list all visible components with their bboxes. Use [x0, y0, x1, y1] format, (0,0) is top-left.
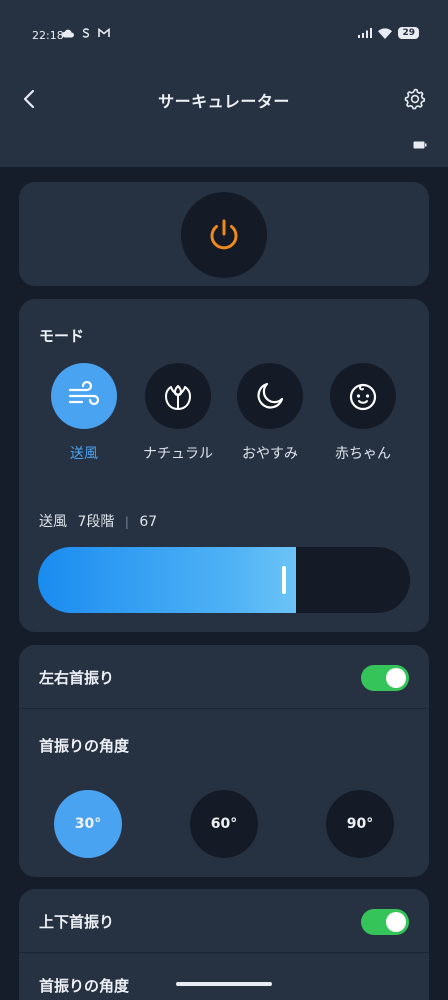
home-indicator[interactable]: [176, 982, 272, 986]
speed-slider-fill: [38, 547, 296, 613]
notification-icons: [62, 28, 110, 38]
vertical-swing-row: 上下首振り: [19, 889, 429, 953]
moon-icon: [257, 382, 284, 409]
vertical-angle-title: 首振りの角度: [39, 977, 130, 995]
horizontal-angle-title: 首振りの角度: [39, 737, 130, 755]
mode-item-wind[interactable]: 送風: [44, 363, 124, 463]
signal-icon: [358, 28, 373, 38]
toggle-knob: [386, 912, 406, 932]
mode-sleep-button[interactable]: [237, 363, 303, 429]
s-icon: [82, 28, 90, 38]
mode-wind-button[interactable]: [51, 363, 117, 429]
power-icon: [210, 219, 238, 250]
mode-label: 赤ちゃん: [335, 446, 391, 462]
mode-natural-button[interactable]: [145, 363, 211, 429]
speed-value: 67: [139, 514, 158, 530]
device-battery-icon: [413, 141, 427, 149]
angle-90-button[interactable]: 90°: [326, 790, 394, 858]
page-title: サーキュレーター: [158, 92, 290, 111]
speed-separator: |: [124, 515, 129, 529]
mode-label: 送風: [70, 446, 98, 462]
speed-label: 送風 7段階 | 67: [39, 511, 157, 531]
mode-item-natural[interactable]: ナチュラル: [138, 363, 218, 463]
mode-item-baby[interactable]: 赤ちゃん: [323, 363, 403, 463]
status-time: 22:18: [32, 29, 64, 42]
horizontal-swing-toggle[interactable]: [361, 665, 409, 691]
status-bar: 22:18 29: [0, 0, 448, 70]
wifi-icon: [378, 27, 393, 39]
horizontal-swing-row: 左右首振り: [19, 645, 429, 709]
mode-title: モード: [39, 327, 85, 345]
speed-slider-handle[interactable]: [282, 566, 286, 594]
mode-label: ナチュラル: [143, 446, 213, 462]
horizontal-swing-label: 左右首振り: [39, 669, 115, 687]
system-icons: 29: [358, 27, 419, 39]
vertical-swing-label: 上下首振り: [39, 913, 115, 931]
gear-icon: [404, 88, 426, 110]
battery-indicator: 29: [398, 27, 419, 39]
wind-icon: [68, 381, 100, 406]
mode-baby-button[interactable]: [330, 363, 396, 429]
mode-label: おやすみ: [242, 446, 298, 462]
cloud-icon: [62, 29, 74, 38]
mode-item-sleep[interactable]: おやすみ: [230, 363, 310, 463]
speed-slider[interactable]: [38, 547, 410, 613]
leaf-icon: [165, 385, 191, 410]
angle-30-button[interactable]: 30°: [54, 790, 122, 858]
vertical-swing-toggle[interactable]: [361, 909, 409, 935]
power-button[interactable]: [181, 192, 267, 278]
gmail-icon: [98, 28, 110, 37]
mode-card: モード 送風 ナチュラル おやすみ 赤ちゃん 送風 7段階 | 67: [19, 299, 429, 632]
speed-level: 7段階: [77, 514, 115, 530]
horizontal-swing-card: 左右首振り 首振りの角度 30° 60° 90°: [19, 645, 429, 877]
toggle-knob: [386, 668, 406, 688]
power-card: [19, 182, 429, 286]
angle-60-button[interactable]: 60°: [190, 790, 258, 858]
baby-icon: [349, 383, 377, 411]
speed-mode: 送風: [39, 514, 67, 530]
header: サーキュレーター: [0, 76, 448, 122]
settings-button[interactable]: [400, 84, 430, 114]
